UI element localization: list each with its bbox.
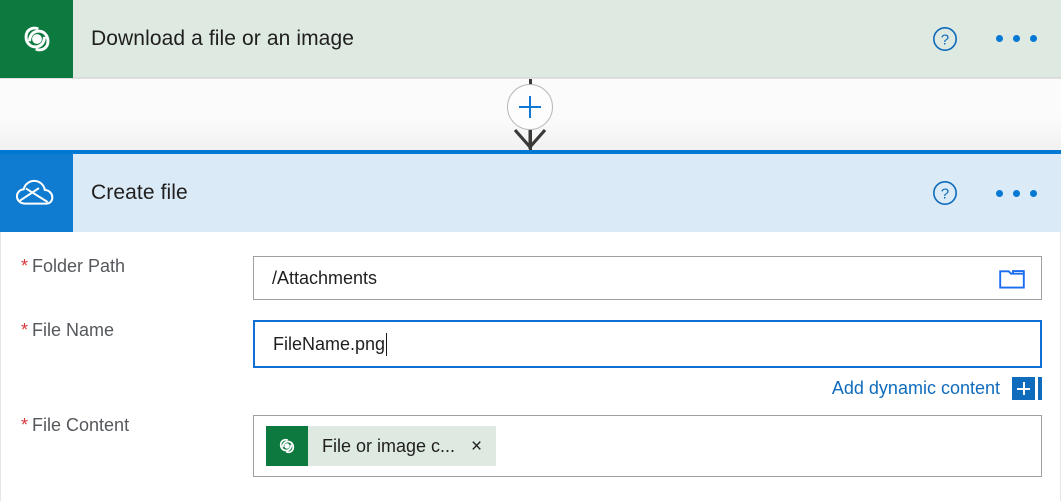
- svg-text:?: ?: [941, 31, 949, 48]
- help-icon[interactable]: ?: [932, 26, 958, 52]
- label-text: File Content: [32, 415, 129, 435]
- dynamic-content-token[interactable]: File or image c... ×: [266, 426, 496, 466]
- folder-path-input[interactable]: /Attachments: [253, 256, 1042, 300]
- close-icon[interactable]: ×: [469, 437, 496, 456]
- folder-path-value: /Attachments: [272, 268, 377, 289]
- label-text: Folder Path: [32, 256, 125, 276]
- field-row-folder-path: *Folder Path /Attachments: [1, 256, 1061, 300]
- file-name-input[interactable]: FileName.png: [253, 320, 1042, 368]
- field-control-file-name: FileName.png: [253, 320, 1061, 368]
- add-dynamic-content-link[interactable]: Add dynamic content: [832, 378, 1000, 399]
- ellipsis-icon[interactable]: [996, 190, 1037, 197]
- arrow-down-icon: [510, 128, 550, 150]
- field-label-folder-path: *Folder Path: [1, 256, 253, 277]
- ellipsis-icon[interactable]: [996, 35, 1037, 42]
- action-header-download[interactable]: Download a file or an image ?: [0, 0, 1061, 78]
- field-control-file-content: File or image c... ×: [253, 415, 1061, 477]
- flow-designer-canvas: Download a file or an image ?: [0, 0, 1061, 501]
- plus-icon: [1012, 377, 1035, 400]
- required-marker: *: [21, 320, 28, 340]
- create-file-form: *Folder Path /Attachments *File Name Fi: [0, 232, 1061, 501]
- action-title: Create file: [73, 181, 932, 205]
- required-marker: *: [21, 415, 28, 435]
- action-card-create-file[interactable]: Create file ?: [0, 150, 1061, 232]
- button-divider: [1038, 377, 1042, 400]
- action-header-create-file[interactable]: Create file ?: [0, 150, 1061, 232]
- file-name-value: FileName.png: [273, 334, 385, 355]
- required-marker: *: [21, 256, 28, 276]
- action-title: Download a file or an image: [73, 27, 932, 51]
- text-caret: [386, 333, 387, 356]
- folder-icon[interactable]: [999, 267, 1025, 289]
- field-row-file-content: *File Content: [1, 415, 1061, 477]
- action-card-download-file-or-image[interactable]: Download a file or an image ?: [0, 0, 1061, 78]
- add-dynamic-content-row: Add dynamic content: [1, 377, 1061, 400]
- encodian-logo-icon: [266, 426, 308, 466]
- field-label-file-content: *File Content: [1, 415, 253, 436]
- plus-circle-icon: [519, 96, 541, 118]
- action-header-actions: ?: [932, 180, 1061, 206]
- label-text: File Name: [32, 320, 114, 340]
- field-row-file-name: *File Name FileName.png: [1, 320, 1061, 368]
- action-header-actions: ?: [932, 26, 1061, 52]
- encodian-logo-icon: [0, 0, 73, 78]
- help-icon[interactable]: ?: [932, 180, 958, 206]
- file-content-input[interactable]: File or image c... ×: [253, 415, 1042, 477]
- field-control-folder-path: /Attachments: [253, 256, 1061, 300]
- add-step-button[interactable]: [507, 84, 553, 130]
- svg-text:?: ?: [941, 185, 949, 202]
- add-dynamic-content-button[interactable]: [1012, 377, 1042, 400]
- token-label: File or image c...: [308, 436, 469, 457]
- onedrive-cloud-icon: [0, 154, 73, 232]
- field-label-file-name: *File Name: [1, 320, 253, 341]
